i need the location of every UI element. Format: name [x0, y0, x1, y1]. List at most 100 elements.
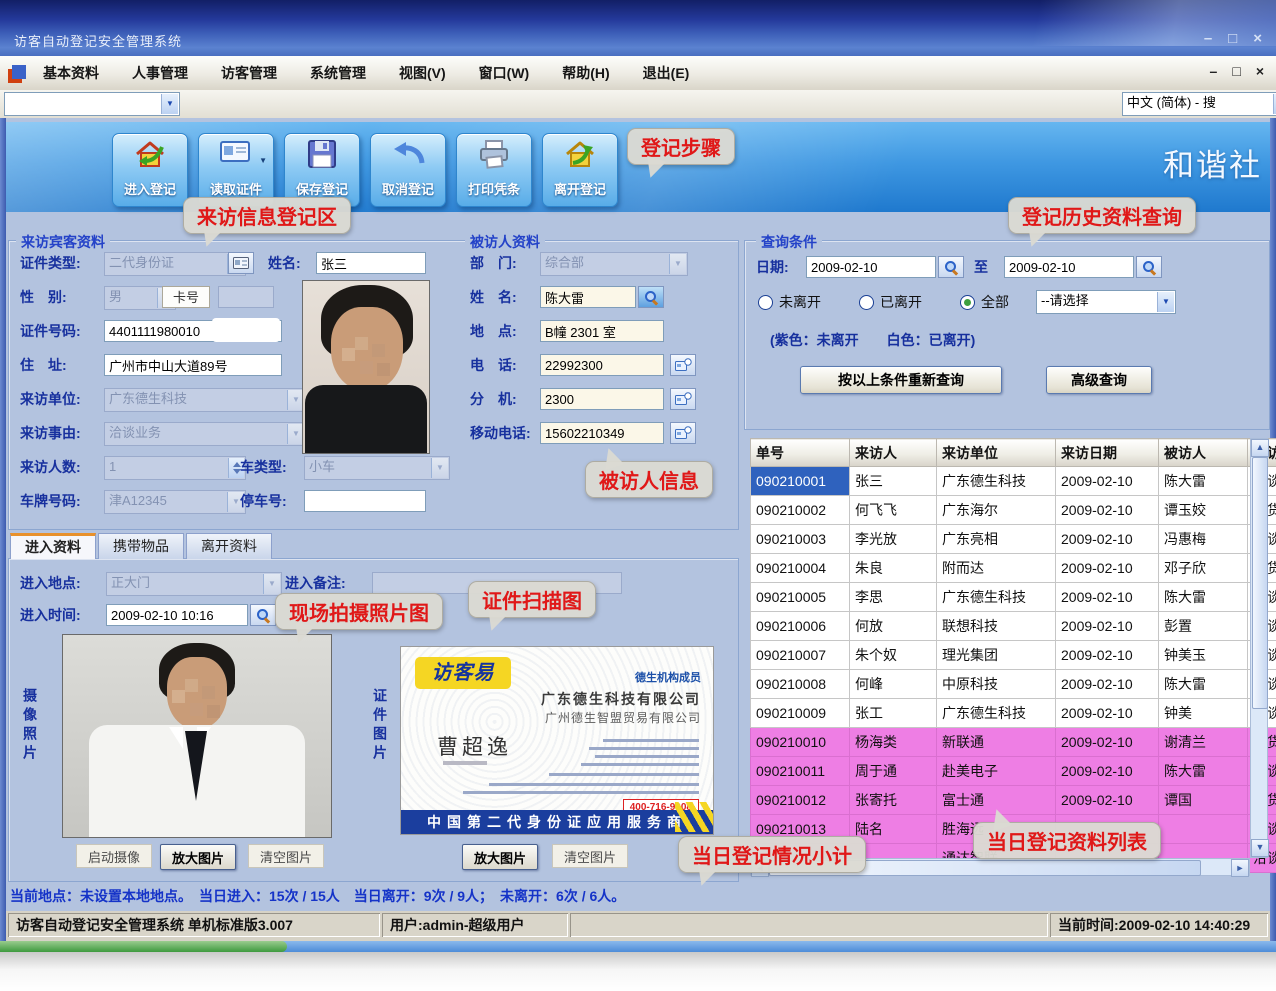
menu-item-0[interactable]: 基本资料	[40, 61, 102, 85]
column-header-5[interactable]: 被访人	[1159, 439, 1248, 467]
toolbar-button-5[interactable]: 打印凭条	[456, 133, 532, 207]
tab-1[interactable]: 进入资料	[10, 533, 96, 559]
mobile-dial-button[interactable]	[670, 422, 696, 444]
cell-host: 彭置	[1159, 612, 1248, 641]
camera-button-3[interactable]: 清空图片	[248, 844, 324, 868]
mdi-restore-icon[interactable]: □	[1232, 63, 1240, 79]
toolbar-button-3[interactable]: 保存登记	[284, 133, 360, 207]
restore-icon[interactable]: □	[1228, 30, 1237, 47]
table-row[interactable]: 090210011周于通赴美电子2009-02-10陈大雷洽谈业务	[751, 757, 1276, 786]
host-name-input[interactable]	[540, 286, 636, 308]
close-icon[interactable]: ×	[1253, 30, 1262, 47]
tab-3[interactable]: 离开资料	[186, 533, 272, 559]
date-to-picker-button[interactable]	[1136, 256, 1162, 278]
radio-icon	[859, 295, 874, 310]
visitor-records-table: 单号来访人来访单位来访日期被访人来访事由 090210001张三广东德生科技20…	[750, 438, 1276, 873]
vscroll-thumb[interactable]	[1252, 457, 1268, 709]
cell-id: 090210007	[751, 641, 850, 670]
table-row[interactable]: 090210004朱良附而达2009-02-10邓子欣送货	[751, 554, 1276, 583]
scroll-up-icon[interactable]: ▲	[1251, 439, 1269, 457]
phone-dial-button[interactable]	[670, 354, 696, 376]
menu-item-7[interactable]: 退出(E)	[640, 61, 693, 85]
search-icon	[944, 260, 959, 275]
menu-item-3[interactable]: 系统管理	[307, 61, 369, 85]
date-from-input[interactable]	[806, 256, 936, 278]
menu-item-2[interactable]: 访客管理	[218, 61, 280, 85]
card-button-1[interactable]: 放大图片	[462, 844, 538, 870]
chevron-down-icon[interactable]: ▼	[161, 94, 178, 114]
gender-value: 男	[109, 289, 122, 304]
entry-time-picker-button[interactable]	[250, 604, 276, 626]
table-row[interactable]: 090210002何飞飞广东海尔2009-02-10谭玉姣送货	[751, 496, 1276, 525]
column-header-3[interactable]: 来访单位	[937, 439, 1056, 467]
menu-item-4[interactable]: 视图(V)	[396, 61, 449, 85]
cell-company: 广东海尔	[937, 496, 1056, 525]
ext-dial-button[interactable]	[670, 388, 696, 410]
toolbar-button-label: 取消登记	[371, 179, 445, 198]
status-bar: 访客自动登记安全管理系统 单机标准版3.007 用户:admin-超级用户 当前…	[6, 911, 1270, 941]
radio-option-3[interactable]: 全部	[960, 292, 1009, 312]
table-row[interactable]: 090210003李光放广东亮相2009-02-10冯惠梅洽谈业务	[751, 525, 1276, 554]
requery-button[interactable]: 按以上条件重新查询	[800, 366, 1002, 394]
advanced-query-button[interactable]: 高级查询	[1046, 366, 1152, 394]
phone-input[interactable]	[540, 354, 664, 376]
table-row[interactable]: 090210001张三广东德生科技2009-02-10陈大雷洽谈业务	[751, 467, 1276, 496]
table-row[interactable]: 090210009张工广东德生科技2009-02-10钟美洽谈业务	[751, 699, 1276, 728]
table-row[interactable]: 090210010杨海类新联通2009-02-10谢清兰送货	[751, 728, 1276, 757]
minimize-icon[interactable]: –	[1204, 30, 1212, 47]
scroll-right-icon[interactable]: ►	[1231, 859, 1249, 877]
menu-item-6[interactable]: 帮助(H)	[559, 61, 612, 85]
mdi-close-icon[interactable]: ×	[1256, 63, 1264, 79]
visitor-name-input[interactable]	[316, 252, 426, 274]
callout-steps: 登记步骤	[627, 128, 735, 165]
table-row[interactable]: 090210007朱个奴理光集团2009-02-10钟美玉洽谈业务	[751, 641, 1276, 670]
host-search-button[interactable]	[638, 286, 664, 308]
language-select[interactable]: 中文 (简体) - 搜 ▼	[1122, 92, 1276, 116]
cell-host: 谭玉姣	[1159, 496, 1248, 525]
toolbar-button-4[interactable]: 取消登记	[370, 133, 446, 207]
cell-company: 赴美电子	[937, 757, 1056, 786]
dept-select: 综合部 ▼	[540, 252, 688, 276]
column-header-2[interactable]: 来访人	[850, 439, 937, 467]
toolbar-button-2[interactable]: ▼读取证件	[198, 133, 274, 207]
cell-id: 090210003	[751, 525, 850, 554]
location-input[interactable]	[540, 320, 664, 342]
menu-item-1[interactable]: 人事管理	[129, 61, 191, 85]
cell-date: 2009-02-10	[1056, 467, 1159, 496]
status-filter-select[interactable]: --请选择 ▼	[1036, 290, 1176, 314]
toolbar-button-1[interactable]: 进入登记	[112, 133, 188, 207]
parking-input[interactable]	[304, 490, 426, 512]
tab-2[interactable]: 携带物品	[98, 533, 184, 559]
date-to-input[interactable]	[1004, 256, 1134, 278]
vertical-scrollbar[interactable]: ▲ ▼	[1250, 438, 1268, 858]
mdi-minimize-icon[interactable]: –	[1210, 63, 1218, 79]
entry-time-input[interactable]	[106, 604, 248, 626]
toolbar-combo[interactable]: ▼	[4, 92, 180, 116]
table-row[interactable]: 090210012张寄托富士通2009-02-10谭国送货	[751, 786, 1276, 815]
date-from-picker-button[interactable]	[938, 256, 964, 278]
menu-item-5[interactable]: 窗口(W)	[476, 61, 533, 85]
chevron-down-icon[interactable]: ▼	[1157, 292, 1174, 312]
cell-company: 广东德生科技	[937, 467, 1056, 496]
card-button-2[interactable]: 清空图片	[552, 844, 628, 868]
camera-button-2[interactable]: 放大图片	[160, 844, 236, 870]
toolbar-button-6[interactable]: 离开登记	[542, 133, 618, 207]
column-header-4[interactable]: 来访日期	[1056, 439, 1159, 467]
read-id-card-button[interactable]	[228, 252, 254, 274]
radio-option-1[interactable]: 未离开	[758, 292, 821, 312]
ext-input[interactable]	[540, 388, 664, 410]
scroll-down-icon[interactable]: ▼	[1251, 839, 1269, 857]
table-row[interactable]: 090210005李思广东德生科技2009-02-10陈大雷洽谈业务	[751, 583, 1276, 612]
card-no-button[interactable]: 卡号	[162, 286, 210, 308]
table-row[interactable]: 090210006何放联想科技2009-02-10彭置洽谈业务	[751, 612, 1276, 641]
bottom-bar	[0, 941, 1276, 952]
card-no-input	[218, 286, 274, 308]
radio-option-2[interactable]: 已离开	[859, 292, 922, 312]
camera-button-1[interactable]: 启动摄像	[76, 844, 152, 868]
color-legend: (紫色：未离开 白色：已离开)	[770, 330, 975, 350]
cell-visitor: 杨海类	[850, 728, 937, 757]
menu-bar: 基本资料 人事管理 访客管理 系统管理 视图(V) 窗口(W) 帮助(H) 退出(E) – □…	[0, 56, 1276, 91]
column-header-1[interactable]: 单号	[751, 439, 850, 467]
table-row[interactable]: 090210008何峰中原科技2009-02-10陈大雷洽谈业务	[751, 670, 1276, 699]
address-input[interactable]	[104, 354, 282, 376]
